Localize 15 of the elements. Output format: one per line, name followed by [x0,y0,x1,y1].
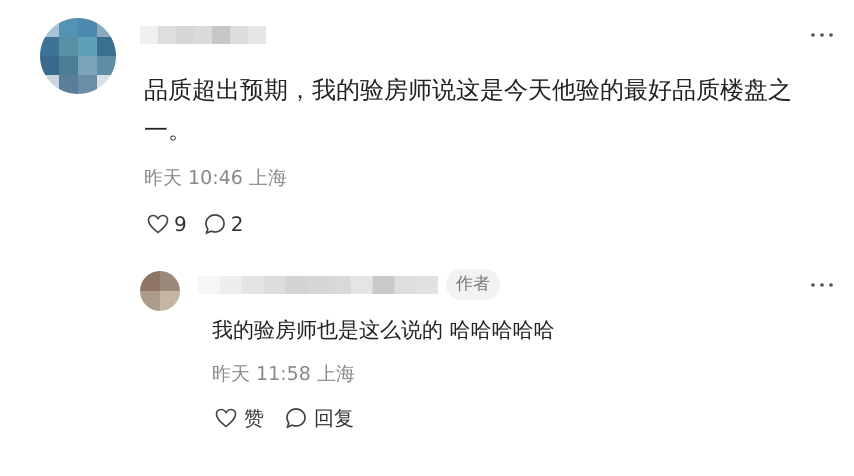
comment-icon [284,406,308,430]
more-icon[interactable] [810,282,834,288]
comment-time: 昨天 10:46 上海 [144,166,287,191]
comment-icon [202,212,227,236]
comment-text: 品质超出预期，我的验房师说这是今天他验的最好品质楼盘之一。 [144,75,793,146]
author-badge: 作者 [446,268,500,300]
comment-button[interactable]: 2 [202,208,244,238]
reply-button[interactable]: 回复 [284,402,354,432]
more-icon[interactable] [810,32,834,38]
heart-icon [214,406,238,430]
like-button[interactable]: 9 [146,208,187,238]
reply-text: 我的验房师也是这么说的 哈哈哈哈哈 [212,316,555,344]
reply-time: 昨天 11:58 上海 [212,362,355,387]
like-button[interactable]: 赞 [214,402,264,432]
heart-icon [146,212,170,236]
